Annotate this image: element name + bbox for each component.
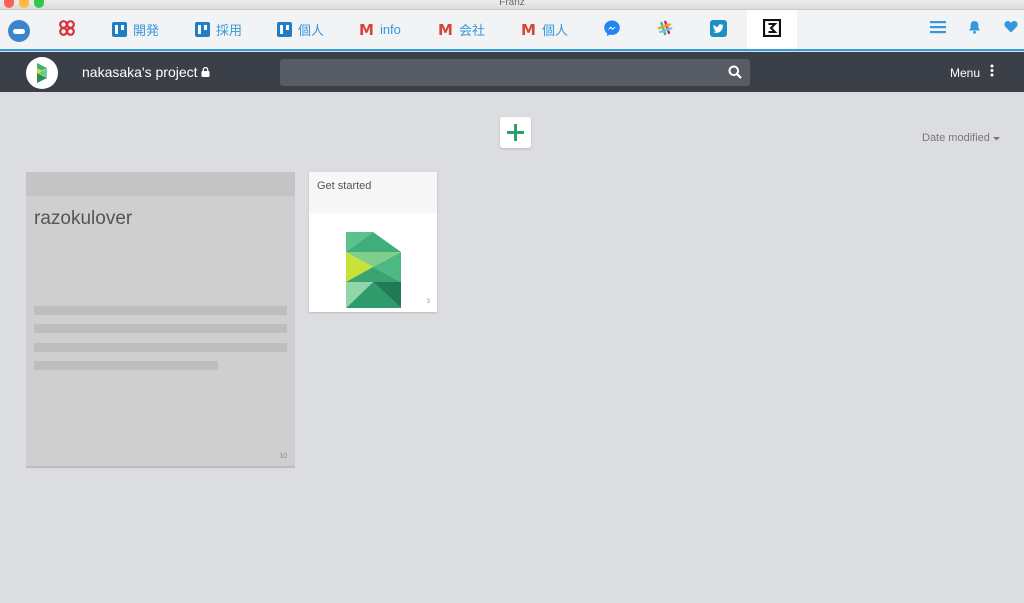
service-bar: 開発 採用 個人 M info M 会社 M 個人 (0, 10, 1024, 51)
text-placeholder-line (34, 324, 287, 333)
service-tab-scrapbox[interactable] (747, 10, 797, 49)
service-tab-gmail-company[interactable]: M 会社 (438, 10, 485, 49)
trello-icon (195, 22, 210, 37)
clover-icon (58, 19, 76, 40)
gmail-icon: M (521, 20, 536, 39)
gmail-icon: M (438, 20, 453, 39)
service-tab-trello-personal[interactable]: 個人 (277, 10, 324, 49)
service-tab-gmail-personal[interactable]: M 個人 (521, 10, 568, 49)
franz-logo-icon[interactable] (8, 20, 30, 42)
text-placeholder-line (34, 361, 218, 370)
page-title: razokulover (34, 208, 133, 229)
link-count: 3 (426, 299, 430, 305)
lock-icon (201, 64, 210, 80)
project-header: nakasaka's project Menu (0, 52, 1024, 92)
search-bar[interactable] (280, 59, 750, 86)
service-tab-messenger[interactable] (603, 10, 627, 49)
text-placeholder-line (34, 343, 287, 352)
slack-icon (657, 20, 673, 39)
gmail-icon: M (359, 20, 374, 39)
heart-icon[interactable] (1004, 20, 1018, 37)
trello-icon (112, 22, 127, 37)
window-title: Franz (499, 0, 525, 8)
scrapbox-logo-image (341, 230, 405, 315)
service-label: 開発 (133, 23, 160, 38)
window-titlebar: Franz (0, 0, 1024, 10)
project-title[interactable]: nakasaka's project (82, 64, 210, 80)
service-tab-twitter[interactable] (710, 10, 733, 49)
scrapbox-icon (762, 18, 782, 40)
service-label: 個人 (298, 23, 325, 38)
project-title-text: nakasaka's project (82, 64, 198, 80)
caret-down-icon (992, 132, 1000, 144)
link-count: 10 (279, 453, 287, 460)
page-card[interactable]: Get started 3 (309, 172, 437, 312)
search-icon[interactable] (728, 65, 742, 84)
twitter-icon (710, 19, 727, 40)
trello-icon (277, 22, 292, 37)
service-label: 個人 (541, 23, 568, 38)
service-tab-clover[interactable] (58, 10, 82, 49)
menu-button[interactable]: Menu (950, 66, 980, 80)
service-label: 採用 (216, 23, 243, 38)
service-tab-trello-recruit[interactable]: 採用 (195, 10, 242, 49)
sort-label: Date modified (922, 132, 990, 144)
page-card[interactable]: razokulover 10 (26, 172, 295, 468)
service-tab-trello-dev[interactable]: 開発 (112, 10, 159, 49)
new-page-button[interactable] (500, 117, 531, 148)
service-tab-slack[interactable] (657, 10, 679, 49)
text-placeholder-line (34, 306, 287, 315)
sort-dropdown[interactable]: Date modified (922, 132, 1000, 144)
service-tab-gmail-info[interactable]: M info (359, 10, 401, 49)
project-logo[interactable] (26, 57, 58, 89)
page-title: Get started (309, 172, 437, 213)
service-label: info (379, 22, 401, 37)
service-label: 会社 (458, 23, 485, 38)
page-card-header (26, 172, 295, 196)
messenger-icon (603, 19, 621, 40)
menu-icon[interactable] (930, 20, 946, 38)
more-vertical-icon[interactable] (990, 64, 994, 80)
bell-icon[interactable] (968, 20, 981, 38)
